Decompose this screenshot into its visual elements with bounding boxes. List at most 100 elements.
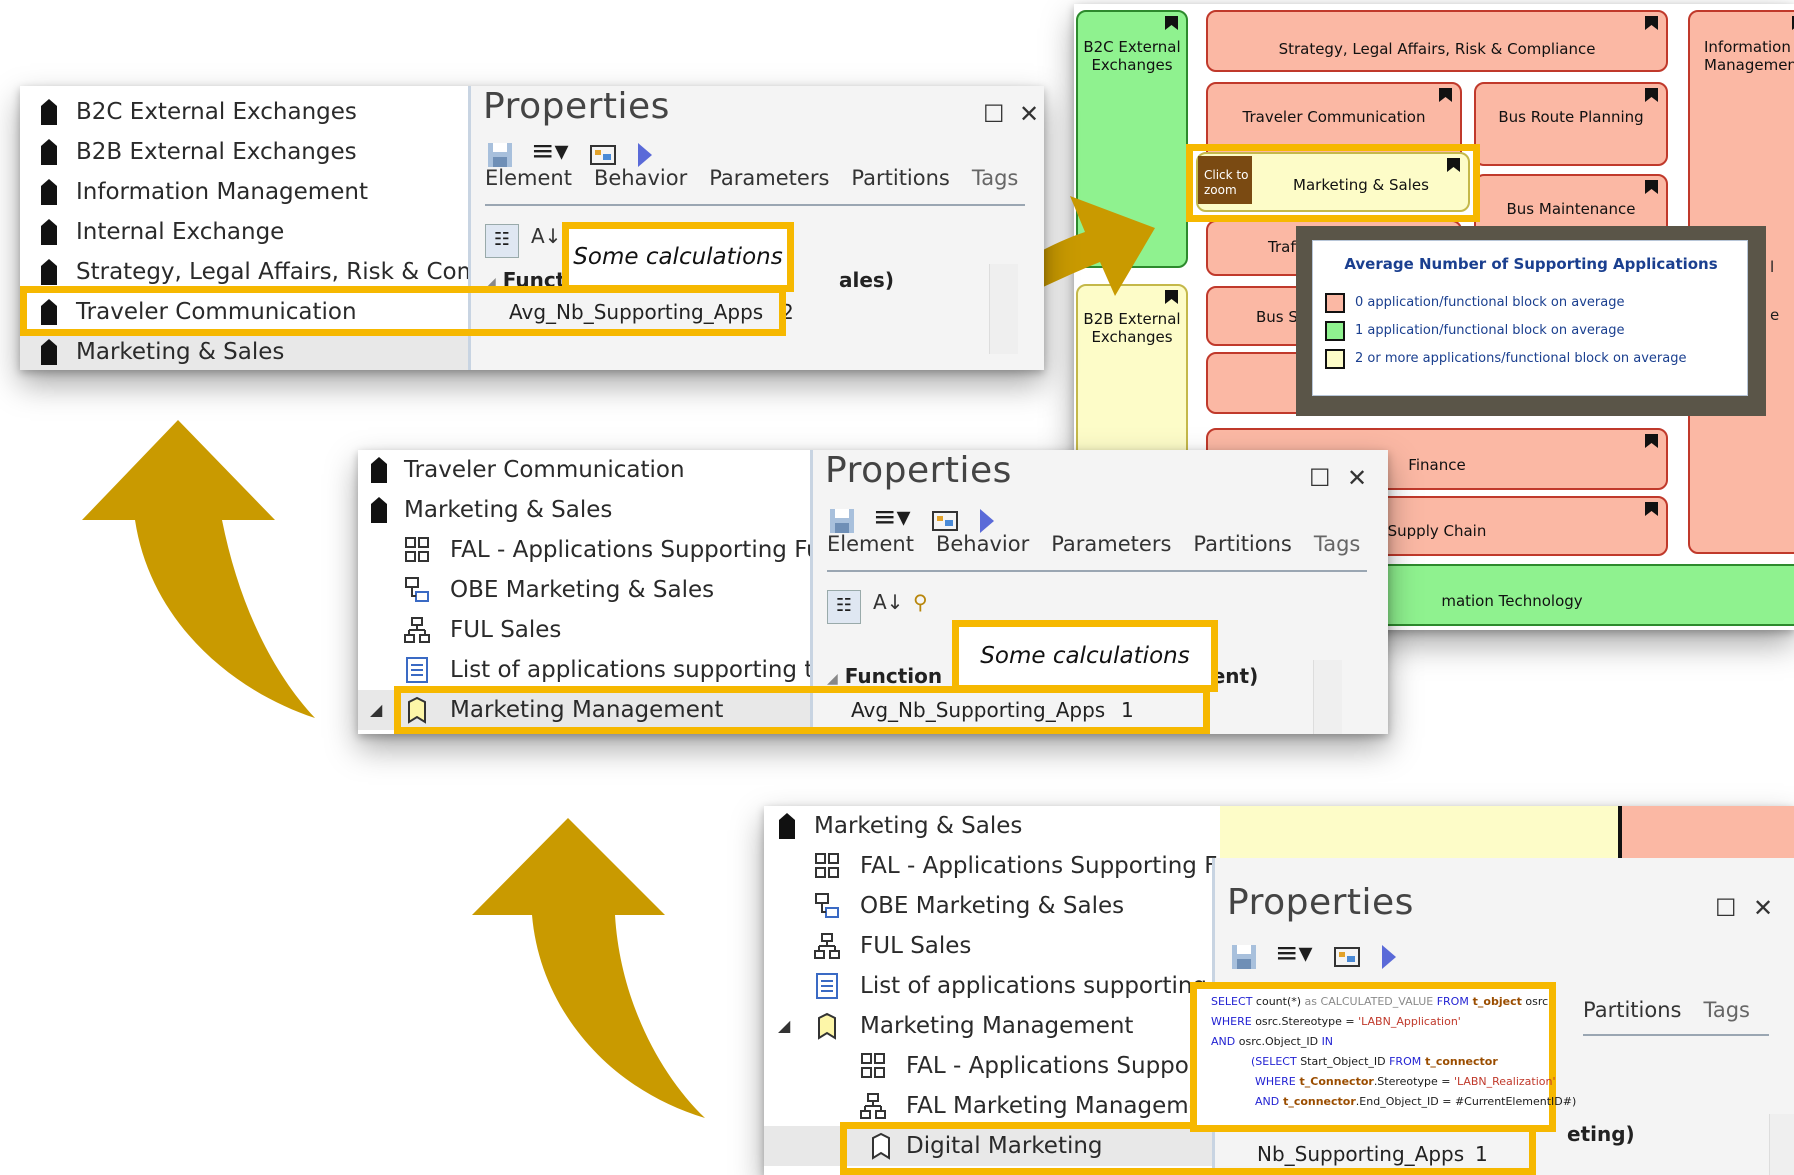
tab-partitions[interactable]: Partitions [1583, 998, 1681, 1022]
package-icon [41, 259, 57, 285]
play-icon[interactable] [1379, 942, 1399, 972]
tag-section-header: ◢ Function [827, 664, 943, 688]
sql-line-2: WHERE osrc.Stereotype = 'LABN_Applicatio… [1211, 1015, 1461, 1028]
tab-behavior[interactable]: Behavior [936, 532, 1029, 556]
diagram-icon [405, 537, 429, 562]
tree-label: FAL - Applications Supporting Fu [860, 853, 1231, 879]
calculation-callout: Some calculations [562, 222, 794, 292]
tab-partitions[interactable]: Partitions [851, 166, 949, 190]
categorized-icon[interactable]: ☷ [827, 590, 861, 624]
arrow-up-left-icon [82, 420, 315, 718]
diagram-icon [861, 1053, 885, 1078]
panel-marketing-management: Traveler Communication Marketing & Sales… [358, 450, 1388, 734]
scrollbar[interactable] [1769, 1114, 1794, 1175]
tree-label: OBE Marketing & Sales [860, 893, 1125, 919]
list-icon [816, 973, 838, 999]
tab-element[interactable]: Element [485, 166, 572, 190]
tree-label: Marketing & Sales [76, 339, 285, 365]
callout-text: Some calculations [573, 244, 783, 270]
maximize-icon[interactable]: ☐ [1715, 894, 1737, 922]
tab-tags[interactable]: Tags [972, 166, 1019, 190]
sql-line-6: AND t_connector.End_Object_ID = #Current… [1255, 1095, 1577, 1108]
sql-line-4: (SELECT Start_Object_ID FROM t_connector [1251, 1055, 1498, 1068]
sort-az-icon[interactable]: A↓ [873, 590, 903, 614]
tab-element[interactable]: Element [827, 532, 914, 556]
obe-diagram-icon [815, 893, 839, 918]
hierarchy-icon [814, 933, 840, 959]
properties-title: Properties [483, 86, 670, 127]
tree-label: FUL Sales [860, 933, 972, 959]
expand-icon[interactable]: ◢ [778, 1006, 790, 1046]
menu-icon[interactable]: ≡▾ [1275, 936, 1313, 969]
tag-icon[interactable]: ⚲ [913, 590, 928, 614]
package-icon [371, 457, 387, 483]
tab-behavior[interactable]: Behavior [594, 166, 687, 190]
tab-partitions[interactable]: Partitions [1193, 532, 1291, 556]
close-icon[interactable]: ✕ [1347, 464, 1367, 492]
tree-label: FUL Sales [450, 617, 562, 643]
tag-section-suffix: ales) [839, 268, 894, 292]
tree-label: Marketing & Sales [814, 813, 1023, 839]
tree-label: FAL Marketing Manageme [906, 1093, 1203, 1119]
sql-line-3: AND osrc.Object_ID IN [1211, 1035, 1334, 1048]
maximize-icon[interactable]: ☐ [1309, 464, 1331, 492]
tree-label: Marketing & Sales [404, 497, 613, 523]
save-icon[interactable] [1229, 942, 1259, 972]
tab-tags[interactable]: Tags [1314, 532, 1361, 556]
highlight-row [20, 286, 786, 336]
categorized-icon[interactable]: ☷ [485, 224, 519, 258]
properties-tabs: Element Behavior Parameters Partitions Tags [827, 532, 1382, 556]
tree-label: B2B External Exchanges [76, 139, 357, 165]
close-icon[interactable]: ✕ [1019, 100, 1039, 128]
tab-parameters[interactable]: Parameters [1051, 532, 1171, 556]
panel-marketing-sales: B2C External Exchanges B2B External Exch… [20, 86, 1044, 370]
sql-query-callout: SELECT count(*) as CALCULATED_VALUE FROM… [1190, 982, 1576, 1132]
sort-az-icon[interactable]: A↓ [531, 224, 561, 248]
tree-label: FAL - Applications Suppor [906, 1053, 1199, 1079]
menu-icon[interactable]: ≡▾ [873, 500, 911, 533]
obe-diagram-icon [405, 577, 429, 602]
tab-underline [1583, 1034, 1769, 1036]
menu-icon[interactable]: ≡▾ [531, 134, 569, 167]
tree-label: Marketing Management [860, 1013, 1134, 1039]
close-icon[interactable]: ✕ [1753, 894, 1773, 922]
tree-item-selected[interactable]: Marketing & Sales [20, 332, 470, 370]
tab-underline [827, 570, 1367, 572]
tab-tags[interactable]: Tags [1703, 998, 1750, 1022]
properties-tabs: Element Behavior Parameters Partitions Tags [485, 166, 1040, 190]
package-icon [41, 219, 57, 245]
package-icon [41, 139, 57, 165]
properties-tabs: Partitions Tags [1583, 998, 1772, 1022]
hierarchy-icon [404, 617, 430, 643]
tree-label: Internal Exchange [76, 219, 285, 245]
sql-line-1: SELECT count(*) as CALCULATED_VALUE FROM… [1211, 995, 1549, 1008]
tree-label: List of applications supporting t [860, 973, 1224, 999]
tree-label: Information Management [76, 179, 368, 205]
tag-section-suffix: eting) [1567, 1122, 1635, 1146]
sql-line-5: WHERE t_Connector.Stereotype = 'LABN_Rea… [1255, 1075, 1556, 1088]
hierarchy-icon [860, 1093, 886, 1119]
package-icon [41, 339, 57, 365]
package-icon [41, 99, 57, 125]
tree-label: B2C External Exchanges [76, 99, 357, 125]
arrow-up-middle-icon [472, 818, 705, 1118]
package-icon [41, 179, 57, 205]
maximize-icon[interactable]: ☐ [983, 100, 1005, 128]
scrollbar[interactable] [989, 264, 1018, 354]
project-browser: Marketing & Sales FAL - Applications Sup… [764, 806, 1231, 1175]
tab-parameters[interactable]: Parameters [709, 166, 829, 190]
panel-digital-marketing: Marketing & Sales FAL - Applications Sup… [764, 806, 1794, 1175]
tab-underline [485, 204, 1025, 206]
calculation-callout: Some calculations [952, 620, 1218, 692]
diagram-fragment-red [1618, 806, 1794, 866]
package-icon [371, 497, 387, 523]
scrollbar[interactable] [1313, 660, 1342, 734]
function-icon [818, 1012, 836, 1040]
callout-text: Some calculations [980, 643, 1190, 669]
diagram-icon [815, 853, 839, 878]
tree-label: List of applications supporting the [450, 657, 843, 683]
highlight-row [394, 686, 1210, 734]
expand-icon[interactable]: ◢ [370, 690, 382, 730]
package-icon [779, 813, 795, 839]
diagram-toolbar-icon[interactable] [1333, 942, 1363, 972]
